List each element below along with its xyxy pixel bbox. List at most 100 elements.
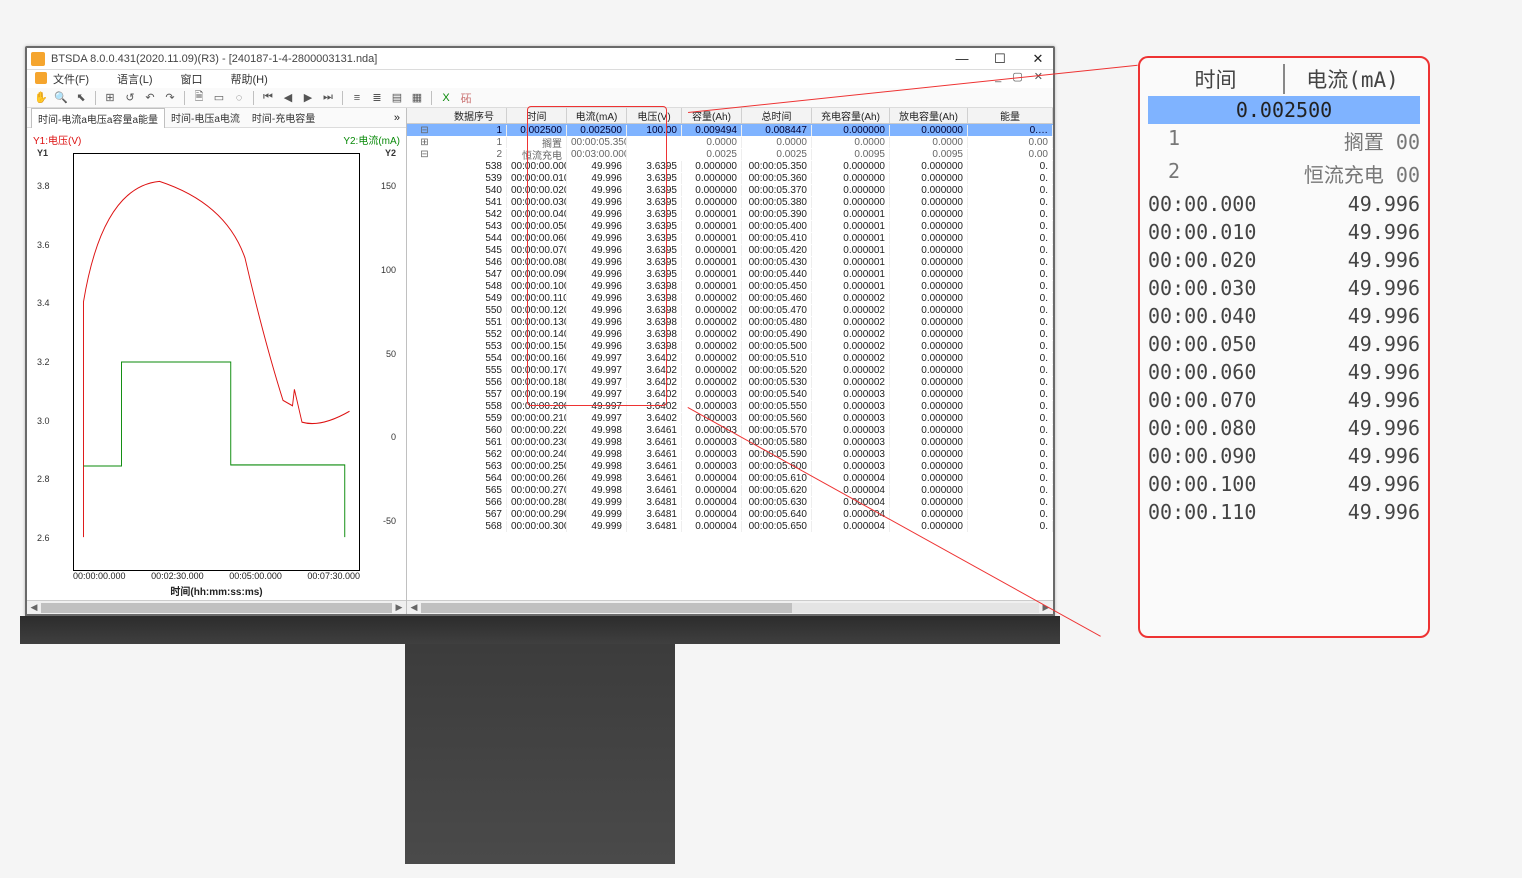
table-row[interactable]: 55700:00:00.19049.9973.64020.00000300:00… [407, 388, 1053, 400]
table-row[interactable]: 55500:00:00.17049.9973.64020.00000200:00… [407, 364, 1053, 376]
list3-icon[interactable]: ▤ [389, 90, 405, 106]
table-row[interactable]: 54800:00:00.10049.9963.63980.00000100:00… [407, 280, 1053, 292]
tab-charge-capacity[interactable]: 时间-充电容量 [246, 108, 321, 127]
next-icon[interactable]: ▶ [300, 90, 316, 106]
reset-icon[interactable]: ↺ [122, 90, 138, 106]
col-seq[interactable]: 数据序号 [442, 108, 507, 123]
table-scrollbar[interactable]: ◀▶ [407, 600, 1053, 614]
prev-icon[interactable]: ◀ [280, 90, 296, 106]
excel-icon[interactable]: X [438, 90, 454, 106]
menu-file[interactable]: 文件(F) [53, 71, 89, 87]
zoom-data-row: 00:00.04049.996 [1148, 302, 1420, 330]
chart-tabs: 时间-电流a电压a容量a能量 时间-电压a电流 时间-充电容量 » [27, 108, 406, 128]
table-row[interactable]: 56700:00:00.29049.9993.64810.00000400:00… [407, 508, 1053, 520]
undo-icon[interactable]: ↶ [142, 90, 158, 106]
menu-lang[interactable]: 语言(L) [117, 71, 152, 87]
close-button[interactable]: ✕ [1027, 51, 1049, 67]
tab-more[interactable]: » [388, 112, 406, 124]
zoom-data-row: 00:00.01049.996 [1148, 218, 1420, 246]
table-row[interactable]: 56800:00:00.30049.9993.64810.00000400:00… [407, 520, 1053, 532]
zoom-col-current: 电流(mA) [1283, 64, 1420, 94]
titlebar[interactable]: BTSDA 8.0.0.431(2020.11.09)(R3) - [24018… [27, 48, 1053, 70]
hand-icon[interactable]: ✋ [33, 90, 49, 106]
x-tick: 00:05:00.000 [229, 571, 282, 581]
y2-tick: 50 [386, 349, 396, 359]
tab-current-voltage-capacity[interactable]: 时间-电流a电压a容量a能量 [31, 108, 165, 128]
zoom-in-icon[interactable]: 🔍 [53, 90, 69, 106]
table-row[interactable]: 54000:00:00.02049.9963.63950.00000000:00… [407, 184, 1053, 196]
zoom-data-row: 00:00.05049.996 [1148, 330, 1420, 358]
table-row[interactable]: 55600:00:00.18049.9973.64020.00000200:00… [407, 376, 1053, 388]
zoom-sub-row: 1搁置 00 [1148, 124, 1420, 157]
data-table-pane: 数据序号 时间 电流(mA) 电压(V) 容量(Ah) 总时间 充电容量(Ah)… [407, 108, 1053, 614]
table-row[interactable]: 53900:00:00.01049.9963.63950.00000000:00… [407, 172, 1053, 184]
table-row[interactable]: ⊟2恒流充电00:03:00.0000.00250.00250.00950.00… [407, 148, 1053, 160]
table-row[interactable]: 56500:00:00.27049.9983.64610.00000400:00… [407, 484, 1053, 496]
table-header: 数据序号 时间 电流(mA) 电压(V) 容量(Ah) 总时间 充电容量(Ah)… [407, 108, 1053, 124]
redo-icon[interactable]: ↷ [162, 90, 178, 106]
table-row[interactable]: ⊞1搁置00:00:05.3500.00000.00000.00000.0000… [407, 136, 1053, 148]
table-row[interactable]: 54200:00:00.04049.9963.63950.00000100:00… [407, 208, 1053, 220]
minimize-button[interactable]: — [951, 51, 973, 67]
chart-plot[interactable]: Y1 Y2 3.83.63.43.23.02.82.6 150100500-50 [33, 153, 400, 571]
col-current[interactable]: 电流(mA) [567, 108, 627, 123]
table-row[interactable]: 56100:00:00.23049.9983.64610.00000300:00… [407, 436, 1053, 448]
x-tick: 00:02:30.000 [151, 571, 204, 581]
table-row[interactable]: 55000:00:00.12049.9963.63980.00000200:00… [407, 304, 1053, 316]
table-row[interactable]: 55400:00:00.16049.9973.64020.00000200:00… [407, 352, 1053, 364]
table-row[interactable]: 54500:00:00.07049.9963.63950.00000100:00… [407, 244, 1053, 256]
table-row[interactable]: 55200:00:00.14049.9963.63980.00000200:00… [407, 328, 1053, 340]
col-ttime[interactable]: 总时间 [742, 108, 812, 123]
app-icon [31, 52, 45, 66]
export-icon[interactable]: 🗎 [191, 90, 207, 106]
table-row[interactable]: ⊟10.0025000.002500100.000.0094940.008447… [407, 124, 1053, 136]
menu-window[interactable]: 窗口 [181, 71, 203, 87]
col-ccap[interactable]: 充电容量(Ah) [812, 108, 890, 123]
col-dcap[interactable]: 放电容量(Ah) [890, 108, 968, 123]
table-row[interactable]: 56300:00:00.25049.9983.64610.00000300:00… [407, 460, 1053, 472]
table-row[interactable]: 55800:00:00.20049.9973.64020.00000300:00… [407, 400, 1053, 412]
table-row[interactable]: 53800:00:00.00049.9963.63950.00000000:00… [407, 160, 1053, 172]
menubar: 文件(F) 语言(L) 窗口 帮助(H) _ ▢ ✕ [27, 70, 1053, 88]
table-row[interactable]: 55900:00:00.21049.9973.64020.00000300:00… [407, 412, 1053, 424]
axis-icon[interactable]: ⊞ [102, 90, 118, 106]
table-row[interactable]: 56400:00:00.26049.9983.64610.00000400:00… [407, 472, 1053, 484]
app-window: BTSDA 8.0.0.431(2020.11.09)(R3) - [24018… [25, 46, 1055, 616]
y2-axis-label: Y2:电流(mA) [343, 132, 400, 147]
zoom-data-row: 00:00.11049.996 [1148, 498, 1420, 526]
table-row[interactable]: 54700:00:00.09049.9963.63950.00000100:00… [407, 268, 1053, 280]
plot-area[interactable] [73, 153, 360, 571]
report-icon[interactable]: 砳 [458, 90, 474, 106]
table-row[interactable]: 54900:00:00.11049.9963.63980.00000200:00… [407, 292, 1053, 304]
y1-tick: 2.6 [37, 533, 50, 543]
table-row[interactable]: 54400:00:00.06049.9963.63950.00000100:00… [407, 232, 1053, 244]
table-body[interactable]: ⊟10.0025000.002500100.000.0094940.008447… [407, 124, 1053, 600]
lasso-icon[interactable]: ◌ [231, 90, 247, 106]
first-icon[interactable]: ⏮ [260, 90, 276, 106]
select-icon[interactable]: ▭ [211, 90, 227, 106]
chart-scrollbar[interactable]: ◀▶ [27, 600, 406, 614]
col-energy[interactable]: 能量 [968, 108, 1053, 123]
list4-icon[interactable]: ▦ [409, 90, 425, 106]
maximize-button[interactable]: ☐ [989, 51, 1011, 67]
x-axis-label: 时间(hh:mm:ss:ms) [33, 583, 400, 598]
menu-help[interactable]: 帮助(H) [231, 71, 268, 87]
table-row[interactable]: 54300:00:00.05049.9963.63950.00000100:00… [407, 220, 1053, 232]
table-row[interactable]: 54100:00:00.03049.9963.63950.00000000:00… [407, 196, 1053, 208]
doc-icon [35, 72, 47, 84]
table-row[interactable]: 56600:00:00.28049.9993.64810.00000400:00… [407, 496, 1053, 508]
monitor-stand [405, 644, 675, 864]
table-row[interactable]: 54600:00:00.08049.9963.63950.00000100:00… [407, 256, 1053, 268]
list2-icon[interactable]: ≣ [369, 90, 385, 106]
table-row[interactable]: 55300:00:00.15049.9963.63980.00000200:00… [407, 340, 1053, 352]
col-voltage[interactable]: 电压(V) [627, 108, 682, 123]
table-row[interactable]: 55100:00:00.13049.9963.63980.00000200:00… [407, 316, 1053, 328]
col-time[interactable]: 时间 [507, 108, 567, 123]
table-row[interactable]: 56200:00:00.24049.9983.64610.00000300:00… [407, 448, 1053, 460]
list1-icon[interactable]: ≡ [349, 90, 365, 106]
tab-voltage-current[interactable]: 时间-电压a电流 [165, 108, 246, 127]
zoom-data-row: 00:00.07049.996 [1148, 386, 1420, 414]
y1-tick: 3.8 [37, 181, 50, 191]
last-icon[interactable]: ⏭ [320, 90, 336, 106]
pointer-icon[interactable]: ⬉ [73, 90, 89, 106]
